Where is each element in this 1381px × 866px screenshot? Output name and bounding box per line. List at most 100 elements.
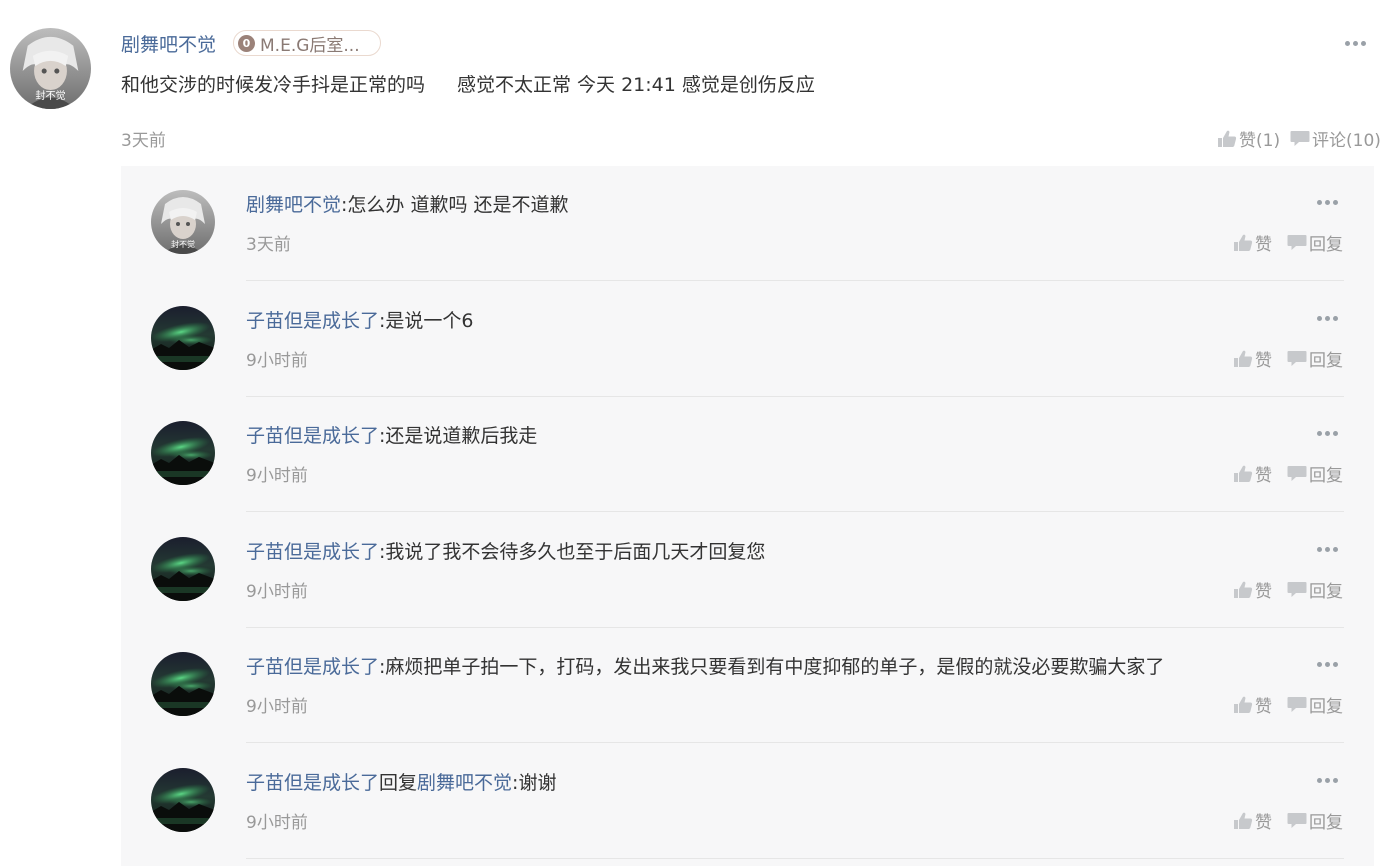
reply-bubble-icon bbox=[1287, 581, 1307, 599]
comment-reply-label: 回复 bbox=[1309, 813, 1343, 833]
comment-line: 子苗但是成长了:是说一个6 bbox=[246, 306, 474, 333]
comment-item: 子苗但是成长了:麻烦把单子拍一下，打码，发出来我只要看到有中度抑郁的单子，是假的… bbox=[121, 628, 1374, 743]
comment-reply-label: 回复 bbox=[1309, 466, 1343, 486]
thumbs-up-icon bbox=[1233, 350, 1253, 368]
badge-name: M.E.G后室... bbox=[260, 35, 360, 56]
thread-post: 封不觉 剧舞吧不觉 0 M.E.G后室... 和他交涉的时候发冷手抖是正常的吗 感… bbox=[0, 0, 1381, 866]
post-content-follow: 感觉不太正常 今天 21:41 感觉是创伤反应 bbox=[457, 74, 815, 96]
more-options-icon[interactable] bbox=[1317, 200, 1338, 205]
avatar-caption: 封不觉 bbox=[35, 89, 65, 102]
comment-bubble-icon bbox=[1290, 130, 1310, 148]
commenter-avatar[interactable] bbox=[151, 306, 215, 370]
comment-reply-button[interactable]: 回复 bbox=[1287, 692, 1343, 717]
comment-text: 还是说道歉后我走 bbox=[385, 425, 538, 447]
commenter-name[interactable]: 子苗但是成长了 bbox=[246, 310, 379, 332]
commenter-avatar[interactable] bbox=[151, 421, 215, 485]
comment-text: 麻烦把单子拍一下，打码，发出来我只要看到有中度抑郁的单子，是假的就没必要欺骗大家… bbox=[385, 656, 1165, 678]
comment-text: 谢谢 bbox=[518, 772, 557, 794]
comment-like-button[interactable]: 赞 bbox=[1233, 461, 1272, 486]
post-author-name[interactable]: 剧舞吧不觉 bbox=[121, 30, 216, 57]
comment-item: 子苗但是成长了:是说一个6 9小时前 赞 回复 bbox=[121, 282, 1374, 397]
thumbs-up-icon bbox=[1233, 812, 1253, 830]
commenter-avatar[interactable] bbox=[151, 652, 215, 716]
comment-item: 封不觉 剧舞吧不觉:怎么办 道歉吗 还是不道歉 3天前 赞 回复 bbox=[121, 166, 1374, 281]
comment-label: 评论(10) bbox=[1312, 131, 1381, 151]
commenter-avatar[interactable]: 封不觉 bbox=[151, 190, 215, 254]
comment-reply-label: 回复 bbox=[1309, 235, 1343, 255]
post-content: 和他交涉的时候发冷手抖是正常的吗 感觉不太正常 今天 21:41 感觉是创伤反应 bbox=[121, 70, 815, 97]
comment-timestamp: 3天前 bbox=[246, 235, 291, 255]
comment-item: 子苗但是成长了回复剧舞吧不觉:谢谢 9小时前 赞 回复 bbox=[121, 744, 1374, 859]
comment-like-button[interactable]: 赞 bbox=[1233, 577, 1272, 602]
comment-item: 子苗但是成长了:我说了我不会待多久也至于后面几天才回复您 9小时前 赞 回复 bbox=[121, 513, 1374, 628]
comment-line: 子苗但是成长了:我说了我不会待多久也至于后面几天才回复您 bbox=[246, 537, 765, 564]
comment-like-label: 赞 bbox=[1255, 351, 1272, 371]
comment-line: 子苗但是成长了:麻烦把单子拍一下，打码，发出来我只要看到有中度抑郁的单子，是假的… bbox=[246, 652, 1164, 679]
post-timestamp: 3天前 bbox=[121, 131, 166, 151]
comment-button[interactable]: 评论(10) bbox=[1290, 126, 1381, 151]
post-author-avatar[interactable]: 封不觉 bbox=[10, 28, 91, 109]
comment-like-button[interactable]: 赞 bbox=[1233, 692, 1272, 717]
commenter-name[interactable]: 子苗但是成长了 bbox=[246, 541, 379, 563]
comment-timestamp: 9小时前 bbox=[246, 466, 308, 486]
commenter-name[interactable]: 子苗但是成长了 bbox=[246, 656, 379, 678]
reply-bubble-icon bbox=[1287, 696, 1307, 714]
reply-bubble-icon bbox=[1287, 350, 1307, 368]
comment-divider bbox=[246, 858, 1344, 859]
comment-timestamp: 9小时前 bbox=[246, 351, 308, 371]
comment-line: 子苗但是成长了回复剧舞吧不觉:谢谢 bbox=[246, 768, 556, 795]
like-button[interactable]: 赞(1) bbox=[1217, 126, 1280, 151]
avatar-caption: 封不觉 bbox=[171, 239, 195, 249]
comment-reply-label: 回复 bbox=[1309, 697, 1343, 717]
comment-reply-button[interactable]: 回复 bbox=[1287, 230, 1343, 255]
comment-like-button[interactable]: 赞 bbox=[1233, 230, 1272, 255]
commenter-avatar[interactable] bbox=[151, 537, 215, 601]
more-options-icon[interactable] bbox=[1317, 547, 1338, 552]
comment-timestamp: 9小时前 bbox=[246, 582, 308, 602]
reply-bubble-icon bbox=[1287, 465, 1307, 483]
comment-text: 是说一个6 bbox=[385, 310, 474, 332]
comment-like-button[interactable]: 赞 bbox=[1233, 346, 1272, 371]
more-options-icon[interactable] bbox=[1317, 431, 1338, 436]
comment-like-label: 赞 bbox=[1255, 466, 1272, 486]
comment-line: 剧舞吧不觉:怎么办 道歉吗 还是不道歉 bbox=[246, 190, 569, 217]
comment-like-label: 赞 bbox=[1255, 813, 1272, 833]
comment-like-label: 赞 bbox=[1255, 582, 1272, 602]
commenter-avatar[interactable] bbox=[151, 768, 215, 832]
comment-divider bbox=[246, 280, 1344, 281]
thumbs-up-icon bbox=[1233, 234, 1253, 252]
more-options-icon[interactable] bbox=[1345, 41, 1366, 46]
comment-line: 子苗但是成长了:还是说道歉后我走 bbox=[246, 421, 537, 448]
comments-panel: 封不觉 剧舞吧不觉:怎么办 道歉吗 还是不道歉 3天前 赞 回复 子苗但是成长了… bbox=[121, 166, 1374, 866]
comment-reply-button[interactable]: 回复 bbox=[1287, 808, 1343, 833]
thumbs-up-icon bbox=[1217, 130, 1237, 148]
post-content-main: 和他交涉的时候发冷手抖是正常的吗 bbox=[121, 74, 426, 96]
comment-timestamp: 9小时前 bbox=[246, 813, 308, 833]
reply-target-name[interactable]: 剧舞吧不觉 bbox=[417, 772, 512, 794]
more-options-icon[interactable] bbox=[1317, 662, 1338, 667]
commenter-name[interactable]: 子苗但是成长了 bbox=[246, 772, 379, 794]
comment-timestamp: 9小时前 bbox=[246, 697, 308, 717]
reply-bubble-icon bbox=[1287, 812, 1307, 830]
comment-divider bbox=[246, 511, 1344, 512]
thumbs-up-icon bbox=[1233, 581, 1253, 599]
badge-level: 0 bbox=[238, 34, 255, 52]
more-options-icon[interactable] bbox=[1317, 778, 1338, 783]
comment-reply-button[interactable]: 回复 bbox=[1287, 346, 1343, 371]
thumbs-up-icon bbox=[1233, 696, 1253, 714]
commenter-name[interactable]: 子苗但是成长了 bbox=[246, 425, 379, 447]
more-options-icon[interactable] bbox=[1317, 316, 1338, 321]
comment-reply-button[interactable]: 回复 bbox=[1287, 577, 1343, 602]
comment-like-label: 赞 bbox=[1255, 235, 1272, 255]
like-label: 赞(1) bbox=[1239, 131, 1281, 151]
reply-bubble-icon bbox=[1287, 234, 1307, 252]
thumbs-up-icon bbox=[1233, 465, 1253, 483]
comment-reply-button[interactable]: 回复 bbox=[1287, 461, 1343, 486]
comment-text: 怎么办 道歉吗 还是不道歉 bbox=[347, 194, 569, 216]
forum-badge[interactable]: 0 M.E.G后室... bbox=[233, 30, 381, 56]
comment-like-button[interactable]: 赞 bbox=[1233, 808, 1272, 833]
commenter-name[interactable]: 剧舞吧不觉 bbox=[246, 194, 341, 216]
reply-word: 回复 bbox=[379, 772, 418, 794]
comment-reply-label: 回复 bbox=[1309, 582, 1343, 602]
comment-reply-label: 回复 bbox=[1309, 351, 1343, 371]
